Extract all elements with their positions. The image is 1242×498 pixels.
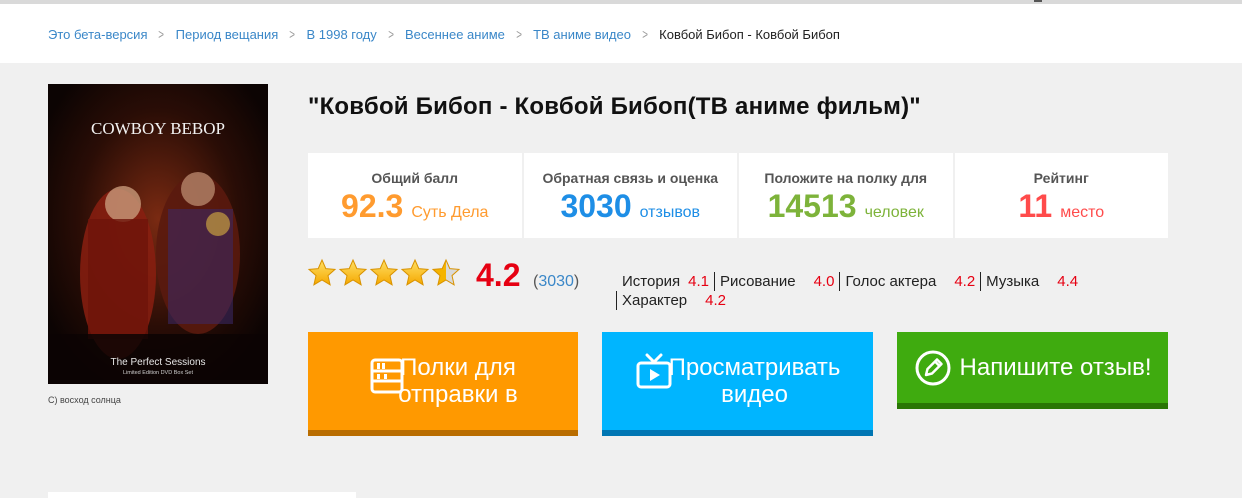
star-rating xyxy=(307,258,461,288)
sub-rating-name: История xyxy=(622,273,681,290)
breadcrumb-link-tv-video[interactable]: ТВ аниме видео xyxy=(533,27,631,42)
breadcrumb-link-year[interactable]: В 1998 году xyxy=(306,27,376,42)
chevron-right-icon: > xyxy=(158,26,165,42)
watch-video-button[interactable]: Просматривать видео xyxy=(602,332,873,436)
poster-image[interactable]: COWBOY BEBOP The Perfect Sessions Limite… xyxy=(48,84,268,384)
stat-reviews[interactable]: Обратная связь и оценка 3030 отзывов xyxy=(523,153,737,238)
breadcrumb: Это бета-версия > Период вещания > В 199… xyxy=(48,26,840,42)
video-button-line2: видео xyxy=(721,381,788,408)
sub-rating-story: История 4.1 xyxy=(616,272,714,291)
shelf-button-line2: отправки в xyxy=(398,381,518,408)
sub-rating-music: Музыка 4.4 xyxy=(980,272,1083,291)
stat-unit: место xyxy=(1060,204,1105,221)
stat-shelved[interactable]: Положите на полку для 14513 человек xyxy=(739,153,953,238)
sub-rating-value: 4.1 xyxy=(688,273,710,290)
sub-rating-drawing: Рисование 4.0 xyxy=(714,272,839,291)
stats-panel: Общий балл 92.3 Суть Дела Обратная связь… xyxy=(308,153,1168,238)
review-button-label: Напишите отзыв! xyxy=(959,354,1152,381)
stat-label: Рейтинг xyxy=(1033,170,1089,186)
sub-rating-name: Рисование xyxy=(720,273,796,290)
star-full-icon xyxy=(338,258,368,286)
breadcrumb-link-season[interactable]: Весеннее аниме xyxy=(405,27,505,42)
chevron-right-icon: > xyxy=(516,26,522,42)
sub-rating-value: 4.0 xyxy=(813,273,835,290)
stat-value: 14513 xyxy=(767,188,857,224)
chevron-right-icon: > xyxy=(642,26,648,42)
poster-subtitle: The Perfect Sessions xyxy=(110,357,205,368)
top-mark xyxy=(1034,0,1042,2)
star-full-icon xyxy=(369,258,399,286)
stat-unit: Суть Дела xyxy=(411,204,489,221)
sub-rating-character: Характер 4.2 xyxy=(616,291,731,310)
pencil-icon xyxy=(915,350,951,385)
sub-rating-name: Музыка xyxy=(986,273,1040,290)
stat-label: Общий балл xyxy=(371,170,459,186)
poster-subtitle-small: Limited Edition DVD Box Set xyxy=(123,370,193,376)
star-half-icon xyxy=(431,258,461,286)
star-full-icon xyxy=(400,258,430,286)
add-to-shelf-button[interactable]: Полки для отправки в xyxy=(308,332,578,436)
shelf-button-line1: Полки для xyxy=(400,354,516,381)
star-full-icon xyxy=(307,258,337,286)
sub-rating-value: 4.4 xyxy=(1057,273,1079,290)
stat-ranking[interactable]: Рейтинг 11 место xyxy=(954,153,1168,238)
stat-unit: человек xyxy=(864,204,924,221)
write-review-button[interactable]: Напишите отзыв! xyxy=(897,332,1168,409)
stat-value: 11 xyxy=(1018,188,1053,224)
video-button-line1: Просматривать xyxy=(668,354,841,381)
sub-ratings: История 4.1 Рисование 4.0 Голос актера 4… xyxy=(616,272,1156,310)
stat-label: Обратная связь и оценка xyxy=(542,170,719,186)
review-count: (3030) xyxy=(533,273,579,291)
sub-rating-name: Характер xyxy=(622,292,688,309)
average-score: 4.2 xyxy=(476,257,521,293)
stat-value: 92.3 xyxy=(341,188,404,224)
poster-title: COWBOY BEBOP xyxy=(91,119,225,138)
stat-unit: отзывов xyxy=(639,204,701,221)
stat-value: 3030 xyxy=(560,188,632,224)
breadcrumb-link-beta[interactable]: Это бета-версия xyxy=(48,27,147,42)
sub-rating-voice-actor: Голос актера 4.2 xyxy=(839,272,980,291)
poster-artwork: COWBOY BEBOP The Perfect Sessions Limite… xyxy=(48,84,268,384)
page-title: "Ковбой Бибоп - Ковбой Бибоп(ТВ аниме фи… xyxy=(308,93,921,120)
chevron-right-icon: > xyxy=(289,26,296,42)
sub-rating-value: 4.2 xyxy=(954,273,976,290)
breadcrumb-bar: Это бета-версия > Период вещания > В 199… xyxy=(0,4,1242,63)
poster-caption: C) восход солнца xyxy=(48,395,121,405)
stat-label: Положите на полку для xyxy=(764,170,928,186)
breadcrumb-current: Ковбой Бибоп - Ковбой Бибоп xyxy=(659,26,840,42)
sub-rating-value: 4.2 xyxy=(705,292,727,309)
chevron-right-icon: > xyxy=(388,26,394,42)
tv-icon xyxy=(636,353,672,389)
review-count-close: ) xyxy=(573,273,580,290)
review-count-link[interactable]: 3030 xyxy=(538,273,574,290)
stat-total-score: Общий балл 92.3 Суть Дела xyxy=(308,153,522,238)
sub-rating-name: Голос актера xyxy=(845,273,937,290)
breadcrumb-link-period[interactable]: Период вещания xyxy=(176,27,279,42)
bottom-panel xyxy=(48,492,356,498)
